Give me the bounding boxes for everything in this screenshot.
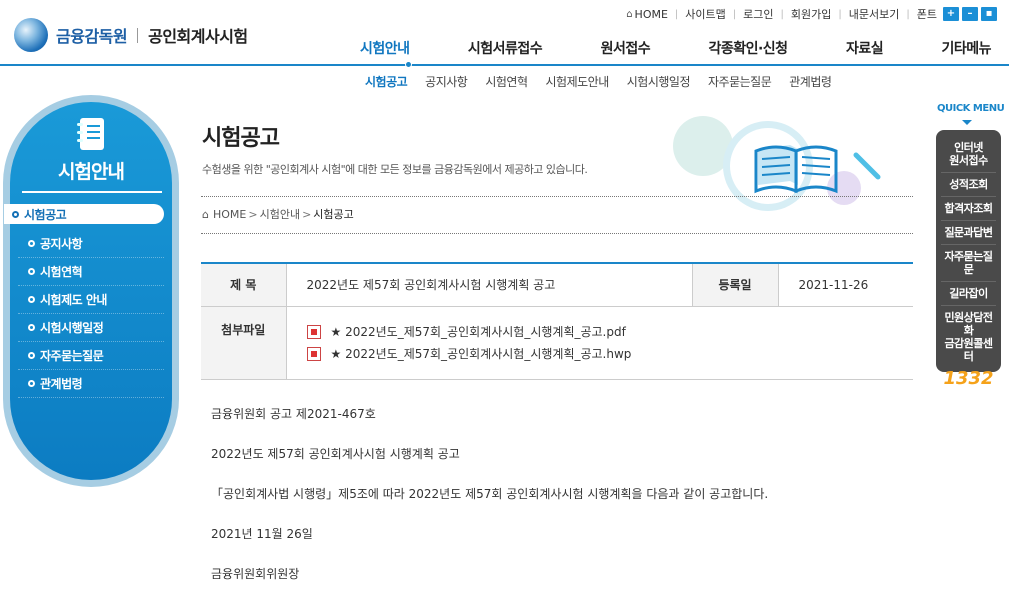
logo-divider <box>137 27 139 43</box>
pdf-file-icon <box>306 324 321 339</box>
breadcrumb: ⌂ HOME > 시험안내 > 시험공고 <box>202 206 354 222</box>
subnav-laws[interactable]: 관계법령 <box>789 73 832 90</box>
utility-nav: ⌂ HOME | 사이트맵 | 로그인 | 회원가입 | 내문서보기 | 폰트 +… <box>626 6 997 22</box>
bullet-icon <box>28 352 35 359</box>
home-icon: ⌂ <box>202 207 209 221</box>
sidebar-item-announcements[interactable]: 공지사항 <box>18 230 164 258</box>
quick-menu: 인터넷 원서접수 성적조회 합격자조회 질문과답변 자주묻는질문 길라잡이 민원… <box>936 130 1001 389</box>
attachment-hwp[interactable]: ★ 2022년도_제57회_공인회계사시험_시행계획_공고.hwp <box>306 343 914 365</box>
page-title: 시험공고 <box>202 126 280 151</box>
gnb-etc[interactable]: 기타메뉴 <box>941 38 991 58</box>
util-join[interactable]: 회원가입 <box>791 6 831 22</box>
body-line: 금융위원회위원장 <box>211 567 300 581</box>
logo-site-name: 공인회계사시험 <box>148 27 248 46</box>
quick-qna[interactable]: 질문과답변 <box>941 221 996 245</box>
post-subject: 2022년도 제57회 공인회계사시험 시행계획 공고 <box>286 263 692 307</box>
breadcrumb-home[interactable]: HOME <box>213 208 246 221</box>
sidebar: 시험안내 시험공고 공지사항 시험연혁 시험제도 안내 시험시행일정 자주묻는질… <box>3 95 179 487</box>
site-logo[interactable]: 금융감독원 공인회계사시험 <box>14 18 248 52</box>
bullet-icon <box>12 210 19 218</box>
font-increase-button[interactable]: + <box>943 7 959 21</box>
hwp-file-icon <box>306 346 321 361</box>
util-font-label: 폰트 <box>916 8 937 21</box>
body-line: 「공인회계사법 시행령」제5조에 따라 2022년도 제57회 공인회계사시험 … <box>211 487 769 501</box>
gnb-divider <box>0 64 1009 66</box>
body-line: 2022년도 제57회 공인회계사시험 시행계획 공고 <box>211 447 460 461</box>
sidebar-item-system[interactable]: 시험제도 안내 <box>18 286 164 314</box>
sidebar-item-laws[interactable]: 관계법령 <box>18 370 164 398</box>
fss-globe-icon <box>14 18 48 52</box>
subnav-system[interactable]: 시험제도안내 <box>546 73 610 90</box>
sidebar-menu: 시험공고 공지사항 시험연혁 시험제도 안내 시험시행일정 자주묻는질문 관계법… <box>4 203 172 398</box>
post-body: 금융위원회 공고 제2021-467호 2022년도 제57회 공인회계사시험 … <box>211 405 911 593</box>
quick-online-application[interactable]: 인터넷 원서접수 <box>941 136 996 173</box>
font-decrease-button[interactable]: – <box>962 7 978 21</box>
post-attachments-row: 첨부파일 ★ 2022년도_제57회_공인회계사시험_시행계획_공고.pdf ★… <box>201 306 914 380</box>
font-reset-button[interactable]: ▪ <box>981 7 997 21</box>
page-description: 수험생을 위한 "공인회계사 시험"에 대한 모든 정보를 금융감독원에서 제공… <box>202 163 588 176</box>
quick-pass-check[interactable]: 합격자조회 <box>941 197 996 221</box>
gnb-application[interactable]: 원서접수 <box>601 38 651 58</box>
bullet-icon <box>28 268 35 275</box>
gnb-exam-info[interactable]: 시험안내 <box>360 38 410 58</box>
sidebar-title: 시험안내 <box>58 161 125 183</box>
quick-menu-title: QUICK MENU <box>937 103 1005 114</box>
gnb-confirmation[interactable]: 각종확인·신청 <box>708 38 788 58</box>
sub-nav: 시험공고 공지사항 시험연혁 시험제도안내 시험시행일정 자주묻는질문 관계법령 <box>365 73 849 90</box>
subnav-schedule[interactable]: 시험시행일정 <box>627 73 691 90</box>
gnb-active-indicator <box>405 61 412 68</box>
util-login[interactable]: 로그인 <box>743 6 773 22</box>
body-line: 금융위원회 공고 제2021-467호 <box>211 407 376 421</box>
global-nav: 시험안내 시험서류접수 원서접수 각종확인·신청 자료실 기타메뉴 <box>360 38 1009 58</box>
gnb-doc-submission[interactable]: 시험서류접수 <box>468 38 543 58</box>
util-sitemap[interactable]: 사이트맵 <box>685 6 725 22</box>
call-center-number: 1332 <box>943 368 994 389</box>
attachment-pdf[interactable]: ★ 2022년도_제57회_공인회계사시험_시행계획_공고.pdf <box>306 321 914 343</box>
notebook-icon <box>77 118 104 150</box>
body-line: 2021년 11월 26일 <box>211 527 313 541</box>
post-subject-row: 제 목 2022년도 제57회 공인회계사시험 시행계획 공고 등록일 2021… <box>201 263 913 307</box>
sidebar-item-history[interactable]: 시험연혁 <box>18 258 164 286</box>
open-book-illustration <box>673 116 881 211</box>
bullet-icon <box>28 324 35 331</box>
post-detail-table: 제 목 2022년도 제57회 공인회계사시험 시행계획 공고 등록일 2021… <box>201 262 913 380</box>
subject-label: 제 목 <box>201 263 287 307</box>
util-home[interactable]: ⌂ HOME <box>626 8 668 21</box>
post-date: 2021-11-26 <box>778 263 913 307</box>
bullet-icon <box>28 380 35 387</box>
subnav-history[interactable]: 시험연혁 <box>485 73 528 90</box>
quick-guide[interactable]: 길라잡이 <box>941 282 996 306</box>
sidebar-item-schedule[interactable]: 시험시행일정 <box>18 314 164 342</box>
breadcrumb-section[interactable]: 시험안내 <box>260 206 300 222</box>
logo-org-name: 금융감독원 <box>56 27 128 46</box>
quick-faq[interactable]: 자주묻는질문 <box>941 245 996 282</box>
attach-label: 첨부파일 <box>201 306 287 380</box>
arrow-down-icon <box>962 120 972 125</box>
quick-call-center: 민원상담전화 금감원콜센터 <box>944 311 993 363</box>
date-label: 등록일 <box>691 263 779 307</box>
sidebar-title-underline <box>22 191 162 193</box>
divider-top <box>201 196 913 197</box>
util-mydocs[interactable]: 내문서보기 <box>849 6 900 22</box>
home-icon: ⌂ <box>626 8 633 20</box>
divider-bottom <box>201 233 913 234</box>
gnb-library[interactable]: 자료실 <box>846 38 884 58</box>
breadcrumb-current: 시험공고 <box>313 208 354 221</box>
subnav-faq[interactable]: 자주묻는질문 <box>708 73 772 90</box>
bullet-icon <box>28 296 35 303</box>
sidebar-item-faq[interactable]: 자주묻는질문 <box>18 342 164 370</box>
sidebar-item-notice[interactable]: 시험공고 <box>4 204 164 224</box>
subnav-notice[interactable]: 시험공고 <box>365 73 408 90</box>
bullet-icon <box>28 240 35 247</box>
quick-score-check[interactable]: 성적조회 <box>941 173 996 197</box>
subnav-announcements[interactable]: 공지사항 <box>425 73 468 90</box>
